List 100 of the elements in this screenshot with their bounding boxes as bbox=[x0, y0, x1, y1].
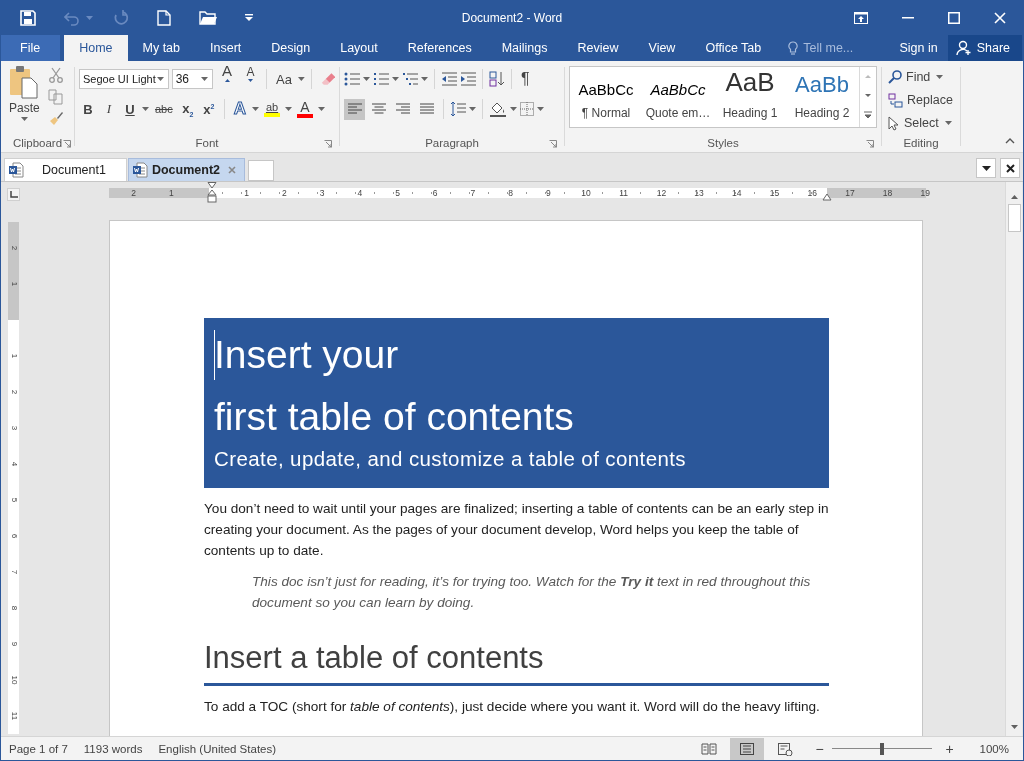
ribbon-tab[interactable]: Office Tab bbox=[690, 35, 777, 61]
style-item[interactable]: AaBbCc ¶ Normal bbox=[570, 67, 642, 127]
ribbon-tab[interactable]: Home bbox=[64, 35, 128, 61]
print-view-button[interactable] bbox=[729, 737, 764, 760]
multilevel-list-icon[interactable] bbox=[402, 72, 418, 86]
new-document-icon[interactable] bbox=[157, 9, 171, 26]
document-tab[interactable]: Document2 bbox=[127, 158, 245, 181]
indent-marker-icon[interactable] bbox=[207, 182, 217, 204]
caret-icon[interactable] bbox=[510, 107, 517, 111]
align-center-icon bbox=[371, 103, 386, 115]
caret-icon[interactable] bbox=[944, 121, 952, 125]
strike-button[interactable]: abc bbox=[152, 103, 176, 115]
find-button[interactable]: Find bbox=[888, 70, 931, 84]
caret-icon[interactable] bbox=[298, 77, 305, 81]
grow-font-button[interactable]: A bbox=[216, 62, 238, 96]
font-color-button[interactable]: A bbox=[295, 100, 316, 118]
word-count[interactable]: 1193 words bbox=[75, 742, 151, 755]
minimize-icon[interactable] bbox=[902, 16, 914, 19]
numbered-list-icon[interactable] bbox=[373, 72, 389, 86]
underline-button[interactable]: U bbox=[121, 101, 139, 117]
ribbon-tab[interactable]: References bbox=[392, 35, 487, 61]
align-left-button[interactable] bbox=[344, 98, 365, 120]
show-formatting-button[interactable]: ¶ bbox=[518, 70, 533, 88]
tip-paragraph: This doc isn’t just for reading, it’s for trying too. Watch for the Try it text in red throughout this document so you can learn by doing. bbox=[252, 573, 812, 612]
language-indicator[interactable]: English (United States) bbox=[150, 742, 285, 755]
paste-button[interactable]: Paste bbox=[7, 65, 42, 134]
ribbon-tab[interactable]: My tab bbox=[127, 35, 195, 61]
document-tab[interactable]: Document1 bbox=[4, 158, 127, 181]
word-document-icon bbox=[8, 162, 24, 178]
caret-icon[interactable] bbox=[392, 77, 399, 81]
caret-icon bbox=[981, 165, 991, 171]
ruler-number: 7 bbox=[469, 187, 477, 199]
caret-icon[interactable] bbox=[285, 107, 293, 111]
decrease-indent-icon[interactable] bbox=[441, 72, 457, 86]
maximize-icon[interactable] bbox=[948, 11, 960, 24]
ribbon-tab[interactable]: Review bbox=[562, 35, 634, 61]
ruler-number: 11 bbox=[8, 710, 20, 723]
file-tab[interactable]: File bbox=[1, 35, 61, 61]
select-button[interactable]: Select bbox=[888, 115, 939, 131]
ribbon-tab[interactable]: Mailings bbox=[486, 35, 563, 61]
dialog-launcher-icon[interactable] bbox=[63, 140, 71, 148]
dialog-launcher-icon[interactable] bbox=[866, 140, 874, 148]
save-icon[interactable] bbox=[20, 9, 36, 26]
ruler-number: 10 bbox=[580, 187, 592, 199]
dialog-launcher-icon[interactable] bbox=[324, 140, 332, 148]
zoom-out-button[interactable]: − bbox=[811, 740, 828, 757]
bold-button[interactable]: B bbox=[79, 101, 97, 117]
italic-button[interactable]: I bbox=[100, 101, 118, 117]
borders-icon[interactable] bbox=[520, 102, 534, 116]
caret-icon[interactable] bbox=[252, 107, 260, 111]
shrink-font-button[interactable]: A bbox=[240, 65, 261, 93]
caret-icon[interactable] bbox=[318, 107, 326, 111]
change-case-button[interactable]: Aa bbox=[273, 71, 295, 87]
caret-icon[interactable] bbox=[537, 107, 544, 111]
ribbon-tab[interactable]: View bbox=[633, 35, 691, 61]
sort-icon[interactable] bbox=[489, 71, 505, 87]
caret-icon[interactable] bbox=[936, 75, 944, 79]
highlight-button[interactable]: ab bbox=[262, 101, 283, 117]
read-view-icon bbox=[700, 741, 717, 756]
scroll-thumb[interactable] bbox=[1007, 204, 1021, 232]
share-button[interactable]: Share bbox=[947, 35, 1022, 61]
bullet-list-icon[interactable] bbox=[344, 72, 360, 86]
caret-icon[interactable] bbox=[469, 107, 476, 111]
indent-marker-icon[interactable] bbox=[822, 193, 832, 201]
ruler-number: 9 bbox=[8, 640, 20, 649]
tell-me-field[interactable]: Tell me... bbox=[803, 41, 884, 55]
ribbon-tab[interactable]: Layout bbox=[325, 35, 393, 61]
collapse-ribbon-icon[interactable] bbox=[1005, 138, 1015, 144]
style-item[interactable]: AaBbCc Quote em… bbox=[642, 67, 714, 127]
style-item[interactable]: AaBb Heading 2 bbox=[786, 67, 858, 127]
customize-caret-icon[interactable] bbox=[245, 14, 253, 21]
super-button[interactable]: x$^{2}$ bbox=[199, 101, 218, 117]
font-name-field[interactable]: Segoe UI Light bbox=[79, 69, 169, 89]
ruler-number: 1 bbox=[167, 187, 175, 199]
increase-indent-icon[interactable] bbox=[460, 72, 476, 86]
caret-icon[interactable] bbox=[363, 77, 370, 81]
person-add-icon bbox=[955, 40, 972, 56]
zoom-in-button[interactable]: + bbox=[941, 740, 958, 757]
ribbon-display-icon[interactable] bbox=[854, 11, 868, 24]
tab-list-button[interactable] bbox=[976, 158, 996, 178]
line-spacing-icon[interactable] bbox=[450, 101, 466, 117]
caret-icon[interactable] bbox=[421, 77, 428, 81]
ruler-number: 4 bbox=[356, 187, 364, 199]
clipboard-icon bbox=[9, 65, 40, 99]
ruler-number: 7 bbox=[8, 568, 20, 577]
font-size-field[interactable]: 36 bbox=[171, 69, 214, 89]
close-document-button[interactable] bbox=[1000, 158, 1020, 178]
sub-button[interactable]: x$_{2}$ bbox=[178, 100, 197, 118]
zoom-level[interactable]: 100% bbox=[961, 742, 1023, 755]
style-item[interactable]: AaB Heading 1 bbox=[714, 67, 786, 127]
dialog-launcher-icon[interactable] bbox=[549, 140, 557, 148]
paint-bucket-icon[interactable] bbox=[489, 101, 507, 117]
caret-icon[interactable] bbox=[142, 107, 149, 111]
replace-button[interactable]: Replace bbox=[888, 92, 953, 108]
folder-icon[interactable] bbox=[199, 10, 217, 25]
tab-stop-button[interactable] bbox=[7, 188, 20, 201]
page-count[interactable]: Page 1 of 7 bbox=[1, 742, 76, 755]
ribbon-tab[interactable]: Design bbox=[256, 35, 326, 61]
ribbon-tab[interactable]: Insert bbox=[195, 35, 257, 61]
sign-in-link[interactable]: Sign in bbox=[889, 35, 948, 61]
